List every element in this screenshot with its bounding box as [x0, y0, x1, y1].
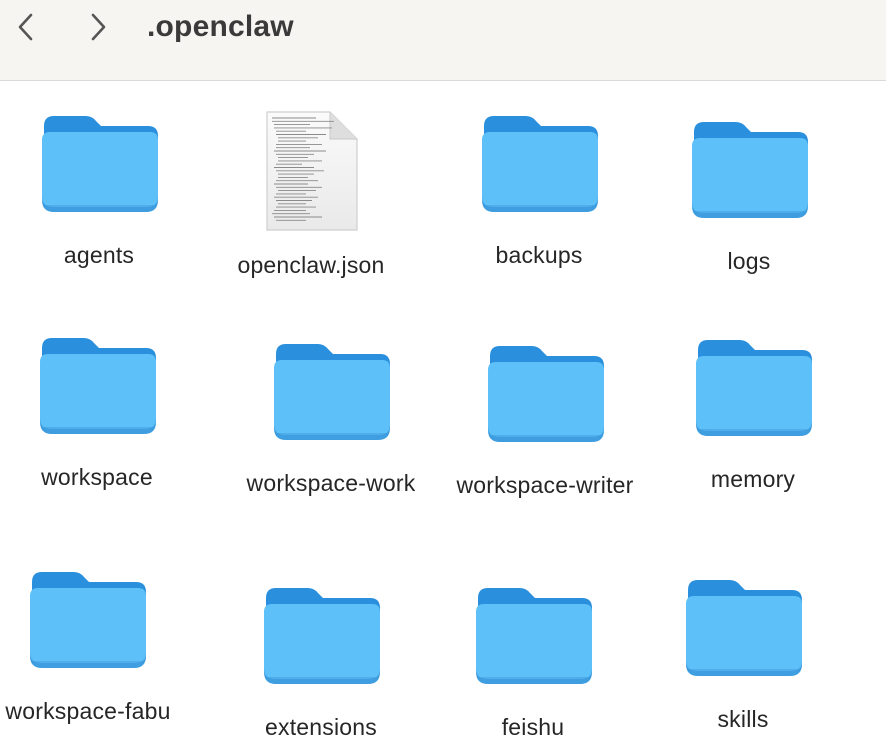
file-grid: agents openclaw.json backups logs worksp…: [0, 82, 886, 756]
back-button[interactable]: [11, 12, 41, 42]
folder-icon: [264, 588, 380, 684]
folder-icon: [40, 338, 156, 434]
item-label: workspace-fabu: [5, 698, 171, 724]
item-label: workspace-work: [246, 470, 416, 496]
item-label: agents: [63, 242, 135, 268]
item-label: logs: [727, 248, 771, 274]
item-label: feishu: [501, 714, 565, 740]
folder-icon: [696, 340, 812, 436]
json-document-icon: [266, 111, 358, 231]
item-label: backups: [495, 242, 583, 268]
item-label: skills: [717, 706, 769, 732]
chevron-right-icon: [91, 13, 106, 41]
folder-icon: [686, 580, 802, 676]
finder-toolbar: .openclaw: [0, 0, 886, 81]
folder-icon: [274, 344, 390, 440]
folder-icon: [30, 572, 146, 668]
folder-icon: [692, 122, 808, 218]
folder-icon: [488, 346, 604, 442]
item-label: memory: [710, 466, 796, 492]
folder-icon: [42, 116, 158, 212]
item-label: openclaw.json: [237, 252, 385, 278]
folder-icon: [482, 116, 598, 212]
window-title: .openclaw: [147, 10, 294, 43]
item-label: workspace: [41, 464, 153, 490]
item-label: workspace-writer: [456, 472, 634, 498]
chevron-left-icon: [18, 13, 33, 41]
forward-button[interactable]: [83, 12, 113, 42]
item-label: extensions: [265, 714, 377, 740]
folder-icon: [476, 588, 592, 684]
